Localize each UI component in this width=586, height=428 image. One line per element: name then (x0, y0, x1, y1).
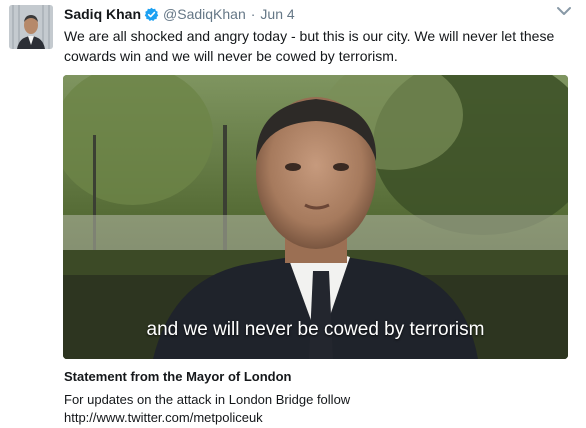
author-name[interactable]: Sadiq Khan (64, 6, 141, 22)
video-caption: and we will never be cowed by terrorism (146, 319, 485, 340)
video-frame-image (63, 75, 568, 359)
card-description-line: For updates on the attack in London Brid… (64, 392, 351, 407)
tweet-header: Sadiq Khan @SadiqKhan · Jun 4 (64, 4, 295, 24)
verified-badge-icon (144, 7, 159, 22)
chevron-down-icon[interactable] (556, 4, 572, 18)
avatar[interactable] (9, 5, 53, 49)
tweet-timestamp[interactable]: Jun 4 (260, 6, 294, 22)
tweet[interactable]: Sadiq Khan @SadiqKhan · Jun 4 We are all… (0, 0, 586, 428)
tweet-text: We are all shocked and angry today - but… (64, 28, 555, 64)
card-title[interactable]: Statement from the Mayor of London (64, 369, 292, 384)
header-separator: · (250, 6, 256, 22)
card-link[interactable]: http://www.twitter.com/metpoliceuk (64, 409, 564, 427)
card-description: For updates on the attack in London Brid… (64, 391, 564, 427)
video-media[interactable]: and we will never be cowed by terrorism (63, 75, 568, 359)
author-handle[interactable]: @SadiqKhan (163, 6, 246, 22)
